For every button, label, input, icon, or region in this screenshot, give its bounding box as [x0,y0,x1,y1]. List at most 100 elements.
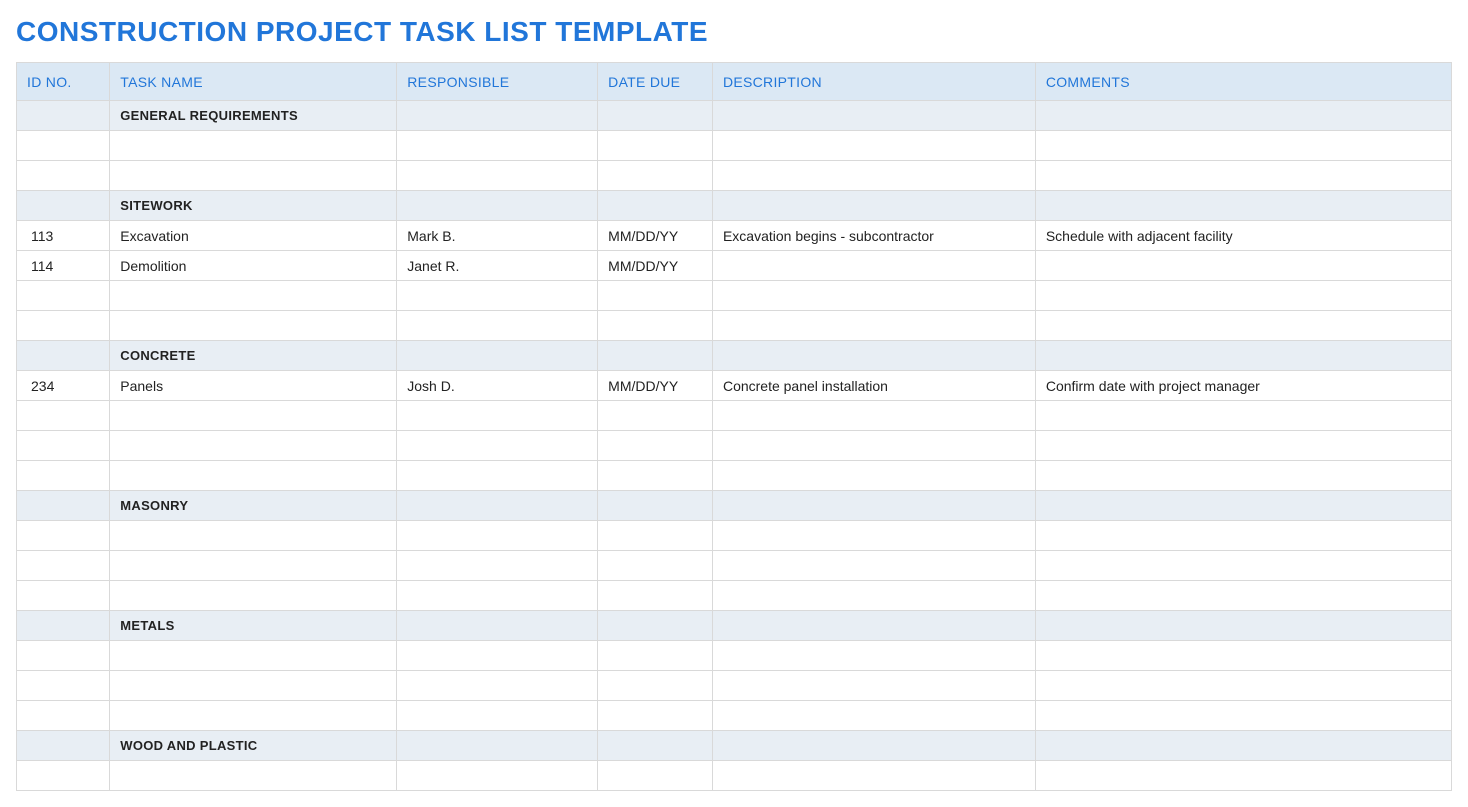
empty-cell[interactable] [17,641,110,671]
empty-cell[interactable] [17,521,110,551]
blank-row[interactable] [17,281,1452,311]
cell-responsible[interactable]: Mark B. [397,221,598,251]
empty-cell[interactable] [110,701,397,731]
cell-responsible[interactable]: Janet R. [397,251,598,281]
cell-task[interactable]: Excavation [110,221,397,251]
empty-cell[interactable] [1035,641,1451,671]
empty-cell[interactable] [17,311,110,341]
empty-cell[interactable] [712,401,1035,431]
cell-comments[interactable]: Schedule with adjacent facility [1035,221,1451,251]
section-label[interactable]: SITEWORK [110,191,397,221]
empty-cell[interactable] [17,701,110,731]
section-row[interactable]: METALS [17,611,1452,641]
cell-due[interactable] [598,731,713,761]
cell-responsible[interactable] [397,611,598,641]
blank-row[interactable] [17,161,1452,191]
empty-cell[interactable] [17,581,110,611]
section-label[interactable]: CONCRETE [110,341,397,371]
empty-cell[interactable] [712,671,1035,701]
cell-comments[interactable] [1035,341,1451,371]
blank-row[interactable] [17,641,1452,671]
section-row[interactable]: MASONRY [17,491,1452,521]
cell-description[interactable] [712,491,1035,521]
empty-cell[interactable] [598,131,713,161]
empty-cell[interactable] [598,311,713,341]
cell-responsible[interactable] [397,341,598,371]
empty-cell[interactable] [110,401,397,431]
blank-row[interactable] [17,551,1452,581]
cell-id[interactable]: 114 [17,251,110,281]
blank-row[interactable] [17,581,1452,611]
empty-cell[interactable] [397,131,598,161]
empty-cell[interactable] [1035,521,1451,551]
empty-cell[interactable] [712,131,1035,161]
section-label[interactable]: METALS [110,611,397,641]
cell-responsible[interactable] [397,191,598,221]
section-label[interactable]: MASONRY [110,491,397,521]
blank-row[interactable] [17,701,1452,731]
empty-cell[interactable] [397,581,598,611]
empty-cell[interactable] [1035,281,1451,311]
blank-row[interactable] [17,671,1452,701]
cell-due[interactable]: MM/DD/YY [598,221,713,251]
empty-cell[interactable] [110,281,397,311]
empty-cell[interactable] [17,761,110,791]
cell-description[interactable]: Concrete panel installation [712,371,1035,401]
empty-cell[interactable] [598,461,713,491]
empty-cell[interactable] [1035,311,1451,341]
blank-row[interactable] [17,761,1452,791]
empty-cell[interactable] [598,431,713,461]
empty-cell[interactable] [17,281,110,311]
empty-cell[interactable] [598,281,713,311]
empty-cell[interactable] [110,461,397,491]
cell-id[interactable] [17,491,110,521]
empty-cell[interactable] [17,401,110,431]
empty-cell[interactable] [17,671,110,701]
cell-id[interactable]: 113 [17,221,110,251]
empty-cell[interactable] [110,431,397,461]
empty-cell[interactable] [17,131,110,161]
cell-description[interactable] [712,251,1035,281]
empty-cell[interactable] [1035,581,1451,611]
empty-cell[interactable] [712,431,1035,461]
cell-due[interactable] [598,101,713,131]
cell-comments[interactable] [1035,251,1451,281]
empty-cell[interactable] [110,521,397,551]
cell-description[interactable] [712,341,1035,371]
empty-cell[interactable] [17,161,110,191]
cell-responsible[interactable] [397,491,598,521]
blank-row[interactable] [17,131,1452,161]
cell-description[interactable] [712,191,1035,221]
empty-cell[interactable] [712,581,1035,611]
empty-cell[interactable] [1035,401,1451,431]
empty-cell[interactable] [110,131,397,161]
empty-cell[interactable] [1035,431,1451,461]
empty-cell[interactable] [397,761,598,791]
empty-cell[interactable] [712,521,1035,551]
empty-cell[interactable] [397,641,598,671]
cell-comments[interactable]: Confirm date with project manager [1035,371,1451,401]
cell-due[interactable] [598,341,713,371]
empty-cell[interactable] [712,551,1035,581]
empty-cell[interactable] [397,521,598,551]
blank-row[interactable] [17,401,1452,431]
empty-cell[interactable] [712,161,1035,191]
empty-cell[interactable] [397,551,598,581]
empty-cell[interactable] [598,551,713,581]
blank-row[interactable] [17,431,1452,461]
section-row[interactable]: WOOD AND PLASTIC [17,731,1452,761]
cell-due[interactable]: MM/DD/YY [598,371,713,401]
empty-cell[interactable] [1035,161,1451,191]
cell-id[interactable]: 234 [17,371,110,401]
empty-cell[interactable] [1035,701,1451,731]
cell-due[interactable] [598,491,713,521]
empty-cell[interactable] [397,311,598,341]
empty-cell[interactable] [397,461,598,491]
empty-cell[interactable] [598,581,713,611]
section-row[interactable]: GENERAL REQUIREMENTS [17,101,1452,131]
empty-cell[interactable] [397,281,598,311]
empty-cell[interactable] [110,551,397,581]
cell-due[interactable]: MM/DD/YY [598,251,713,281]
table-row[interactable]: 114DemolitionJanet R.MM/DD/YY [17,251,1452,281]
empty-cell[interactable] [598,761,713,791]
